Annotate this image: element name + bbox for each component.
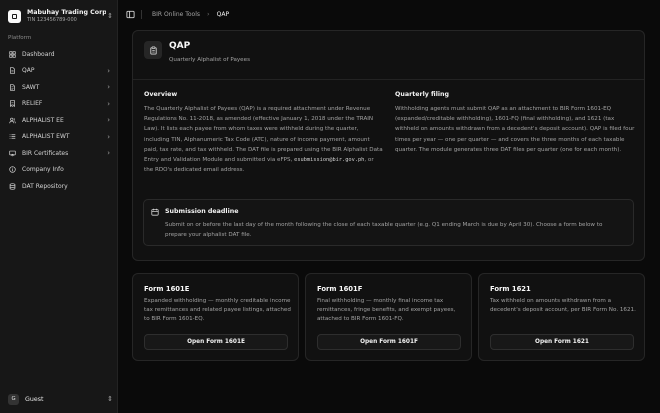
chevron-right-icon: › — [107, 116, 110, 125]
chevrons-up-down-icon: ⇕ — [107, 11, 113, 20]
database-icon — [8, 182, 17, 191]
sidebar-item-label: BIR Certificates — [22, 149, 69, 157]
nav-group-label: Platform — [8, 35, 32, 41]
overview-text: The Quarterly Alphalist of Payees (QAP) … — [144, 106, 383, 174]
sidebar-item-alphalist-ee[interactable]: ALPHALIST EE › — [4, 112, 114, 129]
breadcrumb: BIR Online Tools › QAP — [152, 10, 229, 18]
sidebar-item-sawt[interactable]: SAWT › — [4, 79, 114, 96]
receipt-icon — [8, 99, 17, 108]
breadcrumb-link[interactable]: BIR Online Tools — [152, 11, 200, 18]
sidebar-item-label: QAP — [22, 67, 35, 75]
deadline-text: Submit on or before the last day of the … — [165, 222, 603, 239]
sidebar: Mabuhay Trading Corp... TIN 123456789-00… — [0, 0, 118, 413]
divider — [141, 9, 142, 19]
clipboard-icon — [144, 41, 162, 59]
quarterly-filing-section: Quarterly filing Withholding agents must… — [395, 91, 635, 155]
sidebar-item-label: ALPHALIST EWT — [22, 133, 70, 141]
top-bar: BIR Online Tools › QAP — [118, 0, 660, 28]
divider — [133, 79, 644, 80]
calendar-icon — [151, 208, 159, 216]
form-title: Form 1621 — [490, 285, 531, 293]
file-icon — [8, 66, 17, 75]
chevron-right-icon: › — [107, 66, 110, 75]
breadcrumb-separator: › — [207, 10, 210, 18]
form-card-1601f: Form 1601F Final withholding — monthly f… — [305, 273, 472, 361]
chevrons-up-down-icon: ⇕ — [107, 394, 113, 403]
document-icon — [8, 83, 17, 92]
dashboard-icon — [8, 50, 17, 59]
sidebar-item-relief[interactable]: RELIEF › — [4, 96, 114, 113]
submission-email: esubmission@bir.gov.ph — [294, 157, 365, 164]
sidebar-item-label: RELIEF — [22, 100, 43, 108]
chevron-right-icon: › — [107, 99, 110, 108]
avatar: G — [8, 393, 19, 405]
open-form-1601e-button[interactable]: Open Form 1601E — [144, 334, 288, 350]
form-description: Final withholding — monthly final income… — [317, 298, 456, 322]
info-icon — [8, 165, 17, 174]
quarterly-filing-text: Withholding agents must submit QAP as an… — [395, 106, 635, 153]
open-form-1601f-button[interactable]: Open Form 1601F — [317, 334, 461, 350]
sidebar-item-dat-repository[interactable]: DAT Repository — [4, 178, 114, 195]
sidebar-item-qap[interactable]: QAP › — [4, 63, 114, 80]
organization-switcher[interactable]: Mabuhay Trading Corp... TIN 123456789-00… — [4, 5, 114, 27]
sidebar-toggle-icon[interactable] — [126, 10, 135, 19]
org-tin: TIN 123456789-000 — [27, 16, 77, 23]
sidebar-item-label: DAT Repository — [22, 182, 68, 190]
sidebar-nav: Dashboard QAP › SAWT › RELIEF › ALPHALIS… — [4, 46, 114, 195]
sidebar-item-bir-certificates[interactable]: BIR Certificates › — [4, 145, 114, 162]
form-card-1621: Form 1621 Tax withheld on amounts withdr… — [478, 273, 645, 361]
sidebar-item-label: ALPHALIST EE — [22, 116, 64, 124]
users-icon — [8, 116, 17, 125]
page-subtitle: Quarterly Alphalist of Payees — [169, 57, 250, 63]
user-menu[interactable]: G Guest ⇕ — [4, 391, 114, 407]
chevron-right-icon: › — [107, 149, 110, 158]
user-name: Guest — [25, 395, 44, 403]
overview-section: Overview The Quarterly Alphalist of Paye… — [144, 91, 384, 175]
breadcrumb-current: QAP — [216, 10, 230, 18]
sidebar-item-alphalist-ewt[interactable]: ALPHALIST EWT › — [4, 129, 114, 146]
chevron-right-icon: › — [107, 132, 110, 141]
chevron-right-icon: › — [107, 83, 110, 92]
form-description: Expanded withholding — monthly creditabl… — [144, 298, 291, 322]
submission-deadline-callout: Submission deadline Submit on or before … — [143, 199, 634, 246]
page-title: QAP — [169, 41, 191, 51]
sidebar-item-label: Company Info — [22, 166, 64, 174]
sidebar-item-dashboard[interactable]: Dashboard — [4, 46, 114, 63]
quarterly-filing-heading: Quarterly filing — [395, 91, 450, 98]
org-logo-icon — [8, 9, 21, 23]
sidebar-item-label: SAWT — [22, 83, 40, 91]
form-title: Form 1601F — [317, 285, 363, 293]
form-title: Form 1601E — [144, 285, 190, 293]
org-name: Mabuhay Trading Corp... — [27, 8, 106, 16]
sidebar-item-company-info[interactable]: Company Info — [4, 162, 114, 179]
form-card-1601e: Form 1601E Expanded withholding — monthl… — [132, 273, 299, 361]
form-description: Tax withheld on amounts withdrawn from a… — [490, 298, 636, 313]
overview-heading: Overview — [144, 91, 178, 98]
deadline-title: Submission deadline — [165, 208, 239, 215]
certificate-icon — [8, 149, 17, 158]
list-icon — [8, 132, 17, 141]
sidebar-item-label: Dashboard — [22, 50, 55, 58]
open-form-1621-button[interactable]: Open Form 1621 — [490, 334, 634, 350]
